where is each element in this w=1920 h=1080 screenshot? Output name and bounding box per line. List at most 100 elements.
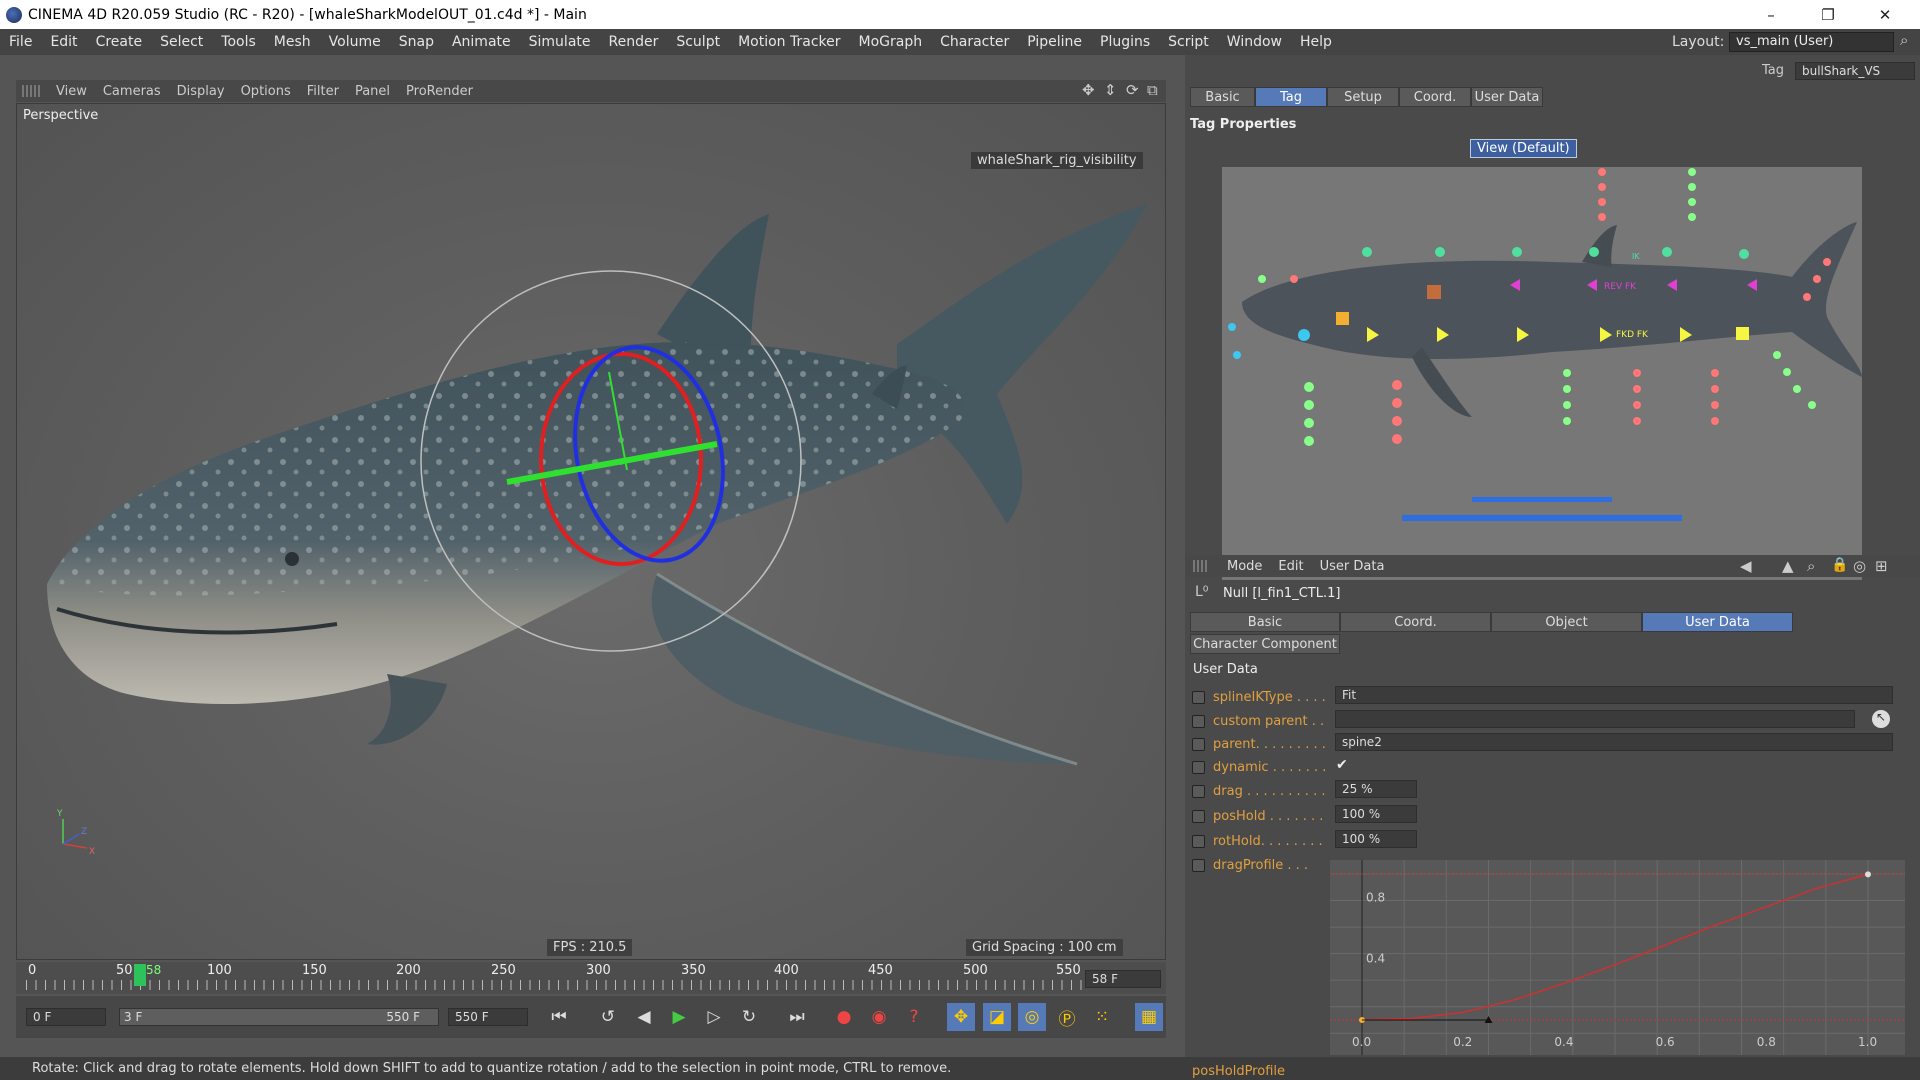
search-icon[interactable]: ⌕ [1900,31,1908,49]
record-keys-icon[interactable]: ● [830,1003,858,1031]
go-to-end-icon[interactable]: ⏭ [783,1003,811,1031]
custom-parent-link-field[interactable] [1335,710,1855,728]
attr-tab-object[interactable]: Object [1491,612,1642,632]
menu-snap[interactable]: Snap [390,34,443,50]
menu-mograph[interactable]: MoGraph [850,34,932,50]
dynamic-checkbox[interactable]: ✔ [1336,757,1348,773]
attr-menu-edit[interactable]: Edit [1270,559,1311,574]
drag-input[interactable]: 25 % [1335,780,1417,798]
attr-menu-user-data[interactable]: User Data [1312,559,1393,574]
menu-sculpt[interactable]: Sculpt [667,34,729,50]
target-icon[interactable]: ◎ [1853,557,1866,575]
attr-tab-character-component[interactable]: Character Component [1190,634,1340,654]
playhead[interactable] [134,964,146,986]
timeline-ruler[interactable]: 0 50 100 150 200 250 300 350 400 450 500… [16,962,1166,994]
tab-tag[interactable]: Tag [1255,87,1327,107]
attr-menu-mode[interactable]: Mode [1219,559,1270,574]
3d-viewport[interactable]: Perspective whaleShark_rig_visibility Y … [16,103,1166,960]
param-key-icon[interactable]: Ⓟ [1053,1003,1081,1031]
animate-toggle-icon[interactable] [1192,690,1205,704]
animate-toggle-icon[interactable] [1192,809,1205,823]
animate-toggle-icon[interactable] [1192,760,1205,774]
menu-mesh[interactable]: Mesh [265,34,320,50]
menu-help[interactable]: Help [1291,34,1341,50]
scale-key-icon[interactable]: ◪ [983,1003,1011,1031]
viewport-menu-filter[interactable]: Filter [299,84,347,99]
menu-tools[interactable]: Tools [212,34,265,50]
grip-icon[interactable] [22,85,40,97]
menu-pipeline[interactable]: Pipeline [1018,34,1091,50]
grip-icon[interactable] [1193,560,1207,572]
search-icon[interactable]: ⌕ [1807,557,1815,575]
whale-shark-model[interactable]: Y X Z [17,104,1166,960]
animate-toggle-icon[interactable] [1192,714,1205,728]
end-frame-field[interactable]: 550 F [448,1008,528,1026]
maximize-button[interactable]: ❐ [1805,0,1851,29]
animate-toggle-icon[interactable] [1192,834,1205,848]
menu-window[interactable]: Window [1218,34,1291,50]
viewport-menu-options[interactable]: Options [233,84,299,99]
tab-setup[interactable]: Setup [1327,87,1399,107]
range-slider[interactable]: 3 F 550 F [119,1008,439,1026]
tab-basic[interactable]: Basic [1190,87,1255,107]
menu-plugins[interactable]: Plugins [1091,34,1159,50]
menu-volume[interactable]: Volume [320,34,390,50]
new-panel-icon[interactable]: ⊞ [1875,557,1888,575]
splineiktype-dropdown[interactable]: Fit [1335,686,1893,704]
maximize-view-icon[interactable]: ⧉ [1147,81,1158,99]
animate-toggle-icon[interactable] [1192,858,1205,872]
drag-profile-graph[interactable]: 0.8 0.4 0.0 0.2 0.4 0.6 0.8 1.0 [1330,860,1905,1055]
current-frame-field[interactable]: 58 F [1085,970,1161,988]
poshold-input[interactable]: 100 % [1335,805,1417,823]
move-key-icon[interactable]: ✥ [947,1003,975,1031]
link-picker-icon[interactable]: ↖ [1872,710,1890,728]
layout-dropdown[interactable]: vs_main (User) [1729,32,1894,52]
previous-key-icon[interactable]: ↺ [594,1003,622,1031]
start-frame-field[interactable]: 0 F [26,1008,106,1026]
view-default-button[interactable]: View (Default) [1470,139,1577,158]
attr-tab-basic[interactable]: Basic [1190,612,1340,632]
tab-coord[interactable]: Coord. [1399,87,1471,107]
menu-edit[interactable]: Edit [41,34,86,50]
viewport-menu-view[interactable]: View [48,84,95,99]
tab-user-data[interactable]: User Data [1471,87,1543,107]
next-key-icon[interactable]: ↻ [735,1003,763,1031]
keyframe-selection-icon[interactable]: ? [900,1003,928,1031]
go-to-start-icon[interactable]: ⏮ [545,1003,573,1031]
up-arrow-icon[interactable]: ▲ [1782,557,1794,575]
viewport-menu-display[interactable]: Display [169,84,233,99]
rothold-input[interactable]: 100 % [1335,830,1417,848]
timeline-window-icon[interactable]: ▦ [1135,1003,1163,1031]
menu-script[interactable]: Script [1159,34,1218,50]
menu-file[interactable]: File [0,34,41,50]
zoom-view-icon[interactable]: ⇕ [1104,81,1117,99]
pla-key-icon[interactable]: ⁙ [1088,1003,1116,1031]
rig-picker[interactable]: REV FK FKD FK IK [1222,167,1862,580]
previous-frame-icon[interactable]: ◀ [630,1003,658,1031]
back-arrow-icon[interactable]: ◀ [1740,557,1752,575]
move-view-icon[interactable]: ✥ [1082,81,1095,99]
close-button[interactable]: ✕ [1862,0,1908,29]
attr-tab-coord[interactable]: Coord. [1340,612,1491,632]
viewport-menu-panel[interactable]: Panel [347,84,398,99]
minimize-button[interactable]: – [1748,0,1794,29]
lock-icon[interactable]: 🔒 [1831,557,1848,573]
rotate-view-icon[interactable]: ⟳ [1126,81,1139,99]
parent-dropdown[interactable]: spine2 [1335,733,1893,751]
picker-canvas[interactable]: REV FK FKD FK IK [1222,167,1862,580]
animate-toggle-icon[interactable] [1192,784,1205,798]
menu-create[interactable]: Create [87,34,152,50]
next-frame-icon[interactable]: ▷ [700,1003,728,1031]
menu-select[interactable]: Select [151,34,212,50]
play-icon[interactable]: ▶ [665,1003,693,1031]
viewport-menu-cameras[interactable]: Cameras [95,84,169,99]
attr-tab-user-data[interactable]: User Data [1642,612,1793,632]
animate-toggle-icon[interactable] [1192,737,1205,751]
menu-simulate[interactable]: Simulate [520,34,600,50]
menu-character[interactable]: Character [931,34,1018,50]
tag-dropdown[interactable]: bullShark_VS [1795,62,1915,80]
menu-render[interactable]: Render [600,34,668,50]
auto-keying-icon[interactable]: ◉ [865,1003,893,1031]
menu-motion-tracker[interactable]: Motion Tracker [729,34,849,50]
rotate-key-icon[interactable]: ◎ [1018,1003,1046,1031]
